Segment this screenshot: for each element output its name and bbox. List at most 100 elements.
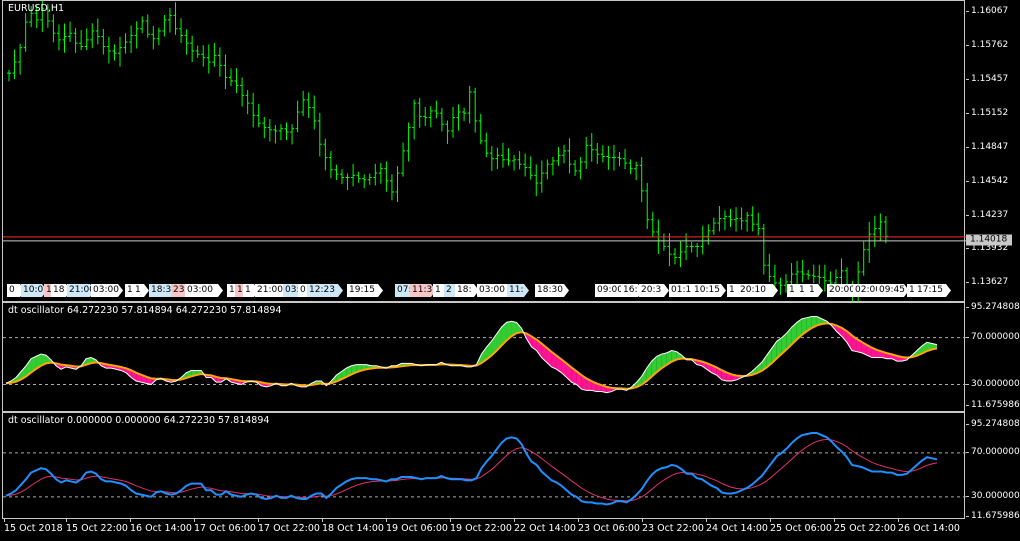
price-bar xyxy=(473,87,478,133)
price-bar xyxy=(756,212,761,236)
price-tick-label: 1.13627 xyxy=(965,277,1009,288)
price-bar xyxy=(806,269,811,280)
oscillator-2-axis[interactable]: 95.274808 70.000000 30.000000 11.675986 xyxy=(966,412,1020,521)
price-bar xyxy=(512,155,517,171)
price-bar xyxy=(395,166,400,203)
oscillator-1-axis[interactable]: 95.274808 70.000000 30.000000 11.675986 xyxy=(966,302,1020,412)
price-bar xyxy=(12,49,17,80)
price-bar xyxy=(184,29,189,55)
price-bar xyxy=(717,205,722,232)
price-bar xyxy=(689,241,694,253)
price-bar xyxy=(362,174,367,189)
price-bar xyxy=(123,33,128,54)
price-bar xyxy=(79,29,84,51)
news-event-label[interactable]: 11:3 xyxy=(410,284,436,297)
price-bar xyxy=(212,42,217,67)
time-axis[interactable]: 15 Oct 2018 15 Oct 22:00 16 Oct 14:00 17 Oc… xyxy=(0,519,966,541)
price-bar xyxy=(451,106,455,138)
price-bar xyxy=(500,142,505,168)
price-bar xyxy=(439,107,444,132)
price-bar xyxy=(484,132,489,158)
price-bar xyxy=(706,224,711,245)
price-bar xyxy=(334,164,339,181)
price-bar xyxy=(229,68,233,87)
price-bar xyxy=(351,163,356,187)
price-bar xyxy=(356,171,361,183)
price-bar xyxy=(467,85,472,124)
news-event-label[interactable]: 03:00 xyxy=(91,284,123,297)
news-event-label[interactable]: 03:00 xyxy=(185,284,223,297)
price-bar xyxy=(145,14,150,38)
news-event-label[interactable]: 10:0 xyxy=(21,284,47,297)
price-tick-label: 1.14237 xyxy=(965,209,1009,220)
news-event-label[interactable]: 09:45 xyxy=(877,284,909,297)
price-bar xyxy=(545,159,550,180)
news-event-objects: 0 10:0 1 18 21:00 03:00 1 1 18:3 23: 03:00 1 1 1 21:00… xyxy=(7,284,967,298)
oscillator-pane-1[interactable]: dt oscillator 64.272230 57.814894 64.272… xyxy=(0,302,1020,412)
oscillator-pane-2[interactable]: dt oscillator 0.000000 0.000000 64.27223… xyxy=(0,412,1020,521)
current-price-tag: 1.14018 xyxy=(966,234,1012,246)
news-event-label[interactable]: 12:23 xyxy=(307,284,343,297)
price-bar xyxy=(373,163,378,186)
oscillator-tick-label: 95.274808 xyxy=(966,419,1020,429)
price-bar xyxy=(883,216,888,244)
price-bar xyxy=(317,112,322,157)
time-tick-label: 25 Oct 06:00 xyxy=(770,519,832,534)
price-bar xyxy=(84,28,89,51)
price-bar xyxy=(534,164,539,197)
price-bar xyxy=(456,104,461,131)
news-event-label[interactable]: 11: xyxy=(507,284,529,297)
price-bar xyxy=(162,14,167,37)
price-bar xyxy=(73,28,78,53)
price-bar xyxy=(639,157,644,203)
price-bar xyxy=(201,45,206,67)
news-event-label[interactable]: 19:15 xyxy=(347,284,383,297)
price-bar xyxy=(401,142,406,177)
news-event-label[interactable]: 20:10 xyxy=(738,284,778,297)
price-bar xyxy=(811,264,816,284)
news-event-label[interactable]: 10:15 xyxy=(692,284,726,297)
price-bar xyxy=(389,174,394,201)
price-bar xyxy=(51,14,56,43)
oscillator-2-chart xyxy=(3,432,966,506)
time-tick-label: 26 Oct 14:00 xyxy=(898,519,960,534)
time-tick-label: 15 Oct 2018 xyxy=(4,519,63,534)
news-event-label[interactable]: 17:15 xyxy=(915,284,951,297)
price-plot-area[interactable]: 0 10:0 1 18 21:00 03:00 1 1 18:3 23: 03:00 1 1 1 21:00… xyxy=(2,0,967,303)
time-tick-label: 22 Oct 14:00 xyxy=(514,519,576,534)
price-bar xyxy=(417,97,422,128)
price-bar xyxy=(256,104,261,128)
price-bar xyxy=(750,206,755,232)
price-axis[interactable]: 1.16067 1.15762 1.15457 1.15152 1.14847 1.145… xyxy=(965,0,1020,302)
oscillator-1-label: dt oscillator 64.272230 57.814894 64.272… xyxy=(8,305,282,316)
oscillator-2-label: dt oscillator 0.000000 0.000000 64.27223… xyxy=(8,415,270,426)
oscillator-2-plot-area[interactable]: dt oscillator 0.000000 0.000000 64.27223… xyxy=(2,412,966,519)
price-bar xyxy=(95,18,100,45)
price-bar xyxy=(567,138,572,174)
symbol-label: EURUSD,H1 xyxy=(8,3,65,14)
price-bar xyxy=(323,138,328,171)
price-bar xyxy=(817,264,822,285)
price-pane[interactable]: 0 10:0 1 18 21:00 03:00 1 1 18:3 23: 03:00 1 1 1 21:00… xyxy=(0,0,1020,303)
price-bar xyxy=(434,100,439,119)
price-bar xyxy=(267,119,272,142)
oscillator-1-chart xyxy=(3,316,966,394)
news-event-label[interactable]: 20:3 xyxy=(639,284,669,297)
time-tick-label: 16 Oct 14:00 xyxy=(130,519,192,534)
oscillator-line xyxy=(5,432,938,506)
price-bar xyxy=(195,45,200,58)
news-event-label[interactable]: 18:30 xyxy=(535,284,569,297)
price-bar xyxy=(428,106,433,128)
news-event-label[interactable]: 1 xyxy=(807,284,823,297)
price-bar xyxy=(617,152,622,167)
oscillator-1-plot-area[interactable]: dt oscillator 64.272230 57.814894 64.272… xyxy=(2,302,966,412)
price-bar xyxy=(584,137,589,170)
price-bar xyxy=(673,248,677,265)
news-event-label[interactable]: 1 xyxy=(133,284,149,297)
price-bar xyxy=(745,211,750,232)
news-event-label[interactable]: 18: xyxy=(455,284,479,297)
price-bar xyxy=(495,147,500,170)
news-event-label[interactable]: 21:00 xyxy=(67,284,95,297)
price-bar xyxy=(262,116,267,139)
time-tick-label: 15 Oct 22:00 xyxy=(66,519,128,534)
